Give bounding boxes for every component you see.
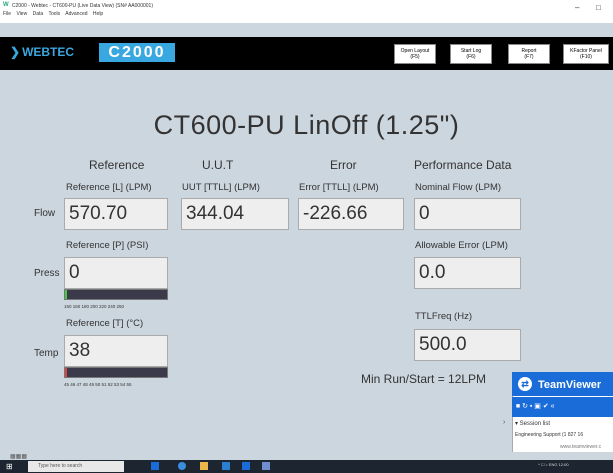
teamviewer-toolbar[interactable]: ■ ↻ ▪ ▣ ✔ « <box>512 397 613 417</box>
temperature-gauge-bar <box>64 367 168 378</box>
page-title: CT600-PU LinOff (1.25") <box>153 110 460 140</box>
app-taskbar-icon[interactable] <box>242 462 250 470</box>
menu-advanced[interactable]: Advanced <box>65 11 87 17</box>
reference-flow-value: 570.70 <box>64 198 168 230</box>
start-log-button[interactable]: Start Log (F6) <box>450 44 492 64</box>
uut-flow-value: 344.04 <box>181 198 289 230</box>
menu-tools[interactable]: Tools <box>48 11 60 17</box>
reference-pressure-value: 0 <box>64 257 168 289</box>
menu-bar: File View Data Tools Advanced Help <box>3 11 107 17</box>
reference-header: Reference <box>89 158 145 172</box>
menu-view[interactable]: View <box>16 11 27 17</box>
menu-data[interactable]: Data <box>33 11 44 17</box>
reference-pressure-label: Reference [P] (PSI) <box>66 240 149 251</box>
uut-flow-label: UUT [TTLL] (LPM) <box>182 182 260 193</box>
nominal-flow-label: Nominal Flow (LPM) <box>415 182 502 193</box>
c2000-taskbar-icon[interactable] <box>262 462 270 470</box>
file-explorer-icon[interactable] <box>200 462 208 470</box>
nominal-flow-value: 0 <box>414 198 521 230</box>
min-run-start-text: Min Run/Start = 12LPM <box>361 372 487 386</box>
error-flow-value: -226.66 <box>298 198 404 230</box>
webtec-logo: ❯ WEBTEC <box>10 44 85 60</box>
error-flow-label: Error [TTLL] (LPM) <box>299 182 379 193</box>
system-tray[interactable]: ^ ☐ ♪ ENG 12:00 <box>538 462 569 467</box>
error-header: Error <box>330 158 357 172</box>
ttlfreq-label: TTLFreq (Hz) <box>415 311 472 322</box>
pressure-gauge-ticks: 150 160 180 200 220 240 250 <box>64 304 125 309</box>
c2000-logo: C2000 <box>99 43 175 62</box>
teamviewer-logo-icon: ⇄ <box>518 377 532 391</box>
temp-row-label: Temp <box>34 348 59 359</box>
temperature-gauge-ticks: 45 46 47 48 49 50 51 52 53 54 55 <box>64 382 132 387</box>
pressure-gauge-fill <box>65 290 68 299</box>
kfactor-panel-button[interactable]: KFactor Panel (F10) <box>563 44 609 64</box>
session-list-header[interactable]: ▾ Session list <box>515 420 550 427</box>
ttlfreq-value: 500.0 <box>414 329 521 361</box>
minimize-button[interactable]: – <box>575 3 579 12</box>
reference-temperature-value: 38 <box>64 335 168 367</box>
window-title: C2000 - Webtec - CT600-PU (Live Data Vie… <box>12 3 153 9</box>
app-icon: W <box>3 2 9 8</box>
teamviewer-url[interactable]: www.teamviewer.c <box>560 444 601 450</box>
collapse-arrow-icon[interactable]: › <box>503 419 505 426</box>
open-layout-button[interactable]: Open Layout (F5) <box>394 44 436 64</box>
temperature-gauge-fill <box>65 368 68 377</box>
press-row-label: Press <box>34 268 60 279</box>
session-list-item[interactable]: Engineering Support (1 827 16 <box>515 432 583 438</box>
report-button[interactable]: Report (F7) <box>508 44 550 64</box>
performance-header: Performance Data <box>414 158 512 172</box>
reference-flow-label: Reference [L] (LPM) <box>66 182 152 193</box>
windows-start-icon[interactable]: ⊞ <box>6 462 15 471</box>
teamviewer-taskbar-icon[interactable] <box>222 462 230 470</box>
allowable-error-label: Allowable Error (LPM) <box>415 240 508 251</box>
teamviewer-name: TeamViewer <box>538 379 602 391</box>
menu-help[interactable]: Help <box>93 11 103 17</box>
maximize-button[interactable]: □ <box>596 3 601 12</box>
reference-temperature-label: Reference [T] (°C) <box>66 318 144 329</box>
chevron-logo-icon: ❯ <box>10 45 21 59</box>
browser-icon[interactable] <box>178 462 186 470</box>
uut-header: U.U.T <box>202 158 234 172</box>
taskview-icon[interactable] <box>151 462 159 470</box>
flow-row-label: Flow <box>34 208 56 219</box>
pressure-gauge-bar <box>64 289 168 300</box>
allowable-error-value: 0.0 <box>414 257 521 289</box>
menu-file[interactable]: File <box>3 11 11 17</box>
layout-icons[interactable]: ▦▦▦ <box>10 453 27 460</box>
taskbar-search-input[interactable]: Type here to search <box>28 461 124 472</box>
